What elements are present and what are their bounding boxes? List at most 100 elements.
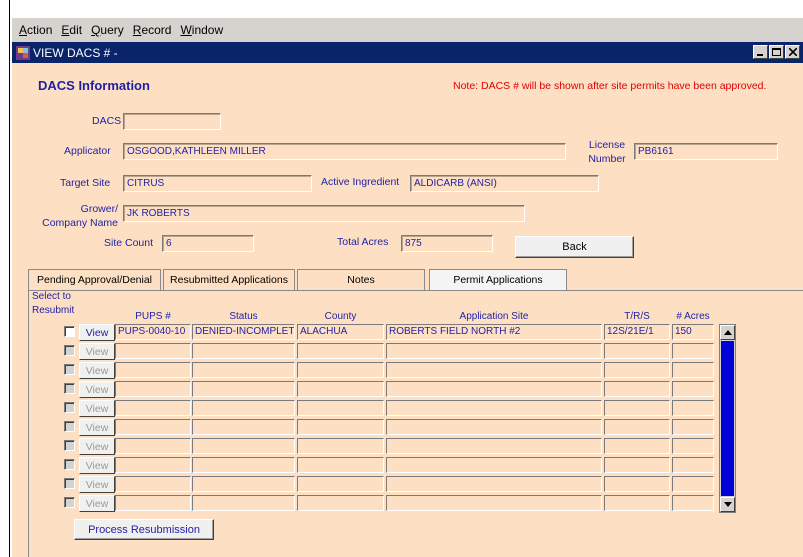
site-count-field[interactable]: 6 bbox=[162, 235, 254, 252]
resubmit-checkbox[interactable] bbox=[64, 383, 75, 394]
resubmit-checkbox[interactable] bbox=[64, 364, 75, 375]
cell-status[interactable] bbox=[192, 419, 295, 435]
cell-acres[interactable] bbox=[672, 457, 714, 473]
cell-site[interactable] bbox=[386, 400, 602, 416]
view-button[interactable]: View bbox=[79, 324, 115, 341]
cell-county[interactable] bbox=[297, 495, 384, 511]
cell-county[interactable] bbox=[297, 400, 384, 416]
cell-acres[interactable] bbox=[672, 476, 714, 492]
back-button[interactable]: Back bbox=[515, 236, 634, 258]
view-button[interactable]: View bbox=[79, 362, 115, 379]
cell-pups[interactable] bbox=[115, 419, 191, 435]
resubmit-checkbox[interactable] bbox=[64, 459, 75, 470]
cell-status[interactable]: DENIED-INCOMPLETE bbox=[192, 324, 295, 340]
view-button[interactable]: View bbox=[79, 381, 115, 398]
cell-acres[interactable] bbox=[672, 381, 714, 397]
cell-acres[interactable] bbox=[672, 419, 714, 435]
target-site-field[interactable]: CITRUS bbox=[123, 175, 312, 192]
applicator-field[interactable]: OSGOOD,KATHLEEN MILLER bbox=[123, 143, 566, 160]
cell-pups[interactable]: PUPS-0040-10 bbox=[115, 324, 191, 340]
tab-resubmitted-applications[interactable]: Resubmitted Applications bbox=[163, 269, 295, 290]
cell-acres[interactable]: 150 bbox=[672, 324, 714, 340]
view-button[interactable]: View bbox=[79, 438, 115, 455]
cell-county[interactable] bbox=[297, 476, 384, 492]
cell-trs[interactable]: 12S/21E/1 bbox=[604, 324, 670, 340]
cell-status[interactable] bbox=[192, 362, 295, 378]
cell-trs[interactable] bbox=[604, 438, 670, 454]
view-button[interactable]: View bbox=[79, 343, 115, 360]
cell-site[interactable] bbox=[386, 457, 602, 473]
cell-status[interactable] bbox=[192, 495, 295, 511]
minimize-icon[interactable] bbox=[753, 45, 768, 59]
license-number-field[interactable]: PB6161 bbox=[634, 143, 778, 160]
cell-acres[interactable] bbox=[672, 400, 714, 416]
menu-action[interactable]: Action bbox=[19, 23, 52, 37]
cell-status[interactable] bbox=[192, 476, 295, 492]
cell-pups[interactable] bbox=[115, 438, 191, 454]
cell-pups[interactable] bbox=[115, 381, 191, 397]
menu-record[interactable]: Record bbox=[133, 23, 172, 37]
cell-trs[interactable] bbox=[604, 476, 670, 492]
cell-status[interactable] bbox=[192, 457, 295, 473]
total-acres-field[interactable]: 875 bbox=[401, 235, 493, 252]
cell-status[interactable] bbox=[192, 400, 295, 416]
cell-trs[interactable] bbox=[604, 381, 670, 397]
resubmit-checkbox[interactable] bbox=[64, 497, 75, 508]
view-button[interactable]: View bbox=[79, 495, 115, 512]
cell-pups[interactable] bbox=[115, 495, 191, 511]
scrollbar-thumb[interactable] bbox=[721, 341, 734, 496]
cell-county[interactable]: ALACHUA bbox=[297, 324, 384, 340]
maximize-icon[interactable] bbox=[769, 45, 784, 59]
cell-trs[interactable] bbox=[604, 362, 670, 378]
view-button[interactable]: View bbox=[79, 400, 115, 417]
view-button[interactable]: View bbox=[79, 457, 115, 474]
cell-status[interactable] bbox=[192, 438, 295, 454]
cell-acres[interactable] bbox=[672, 438, 714, 454]
cell-county[interactable] bbox=[297, 457, 384, 473]
cell-site[interactable] bbox=[386, 362, 602, 378]
tab-notes[interactable]: Notes bbox=[297, 269, 425, 290]
cell-county[interactable] bbox=[297, 381, 384, 397]
cell-status[interactable] bbox=[192, 343, 295, 359]
resubmit-checkbox[interactable] bbox=[64, 421, 75, 432]
cell-pups[interactable] bbox=[115, 343, 191, 359]
process-resubmission-button[interactable]: Process Resubmission bbox=[74, 519, 214, 540]
cell-site[interactable] bbox=[386, 438, 602, 454]
window-titlebar[interactable]: VIEW DACS # - bbox=[12, 42, 803, 63]
tab-permit-applications[interactable]: Permit Applications bbox=[429, 269, 567, 290]
menu-edit[interactable]: Edit bbox=[61, 23, 82, 37]
cell-site[interactable]: ROBERTS FIELD NORTH #2 bbox=[386, 324, 602, 340]
arrow-down-icon[interactable] bbox=[720, 497, 735, 512]
resubmit-checkbox[interactable] bbox=[64, 402, 75, 413]
view-button[interactable]: View bbox=[79, 419, 115, 436]
resubmit-checkbox[interactable] bbox=[64, 326, 75, 337]
menu-query[interactable]: Query bbox=[91, 23, 124, 37]
cell-pups[interactable] bbox=[115, 476, 191, 492]
cell-acres[interactable] bbox=[672, 362, 714, 378]
cell-acres[interactable] bbox=[672, 343, 714, 359]
view-button[interactable]: View bbox=[79, 476, 115, 493]
cell-status[interactable] bbox=[192, 381, 295, 397]
grower-company-field[interactable]: JK ROBERTS bbox=[123, 205, 525, 222]
active-ingredient-field[interactable]: ALDICARB (ANSI) bbox=[410, 175, 599, 192]
arrow-up-icon[interactable] bbox=[720, 325, 735, 340]
cell-trs[interactable] bbox=[604, 457, 670, 473]
cell-pups[interactable] bbox=[115, 457, 191, 473]
cell-pups[interactable] bbox=[115, 362, 191, 378]
cell-county[interactable] bbox=[297, 438, 384, 454]
cell-county[interactable] bbox=[297, 362, 384, 378]
cell-trs[interactable] bbox=[604, 343, 670, 359]
resubmit-checkbox[interactable] bbox=[64, 345, 75, 356]
cell-site[interactable] bbox=[386, 495, 602, 511]
cell-site[interactable] bbox=[386, 343, 602, 359]
cell-trs[interactable] bbox=[604, 419, 670, 435]
tab-pending-approval-denial[interactable]: Pending Approval/Denial bbox=[28, 269, 161, 290]
cell-acres[interactable] bbox=[672, 495, 714, 511]
menu-window[interactable]: Window bbox=[180, 23, 223, 37]
cell-trs[interactable] bbox=[604, 400, 670, 416]
resubmit-checkbox[interactable] bbox=[64, 440, 75, 451]
cell-site[interactable] bbox=[386, 476, 602, 492]
cell-site[interactable] bbox=[386, 419, 602, 435]
cell-county[interactable] bbox=[297, 343, 384, 359]
close-icon[interactable] bbox=[785, 45, 800, 59]
